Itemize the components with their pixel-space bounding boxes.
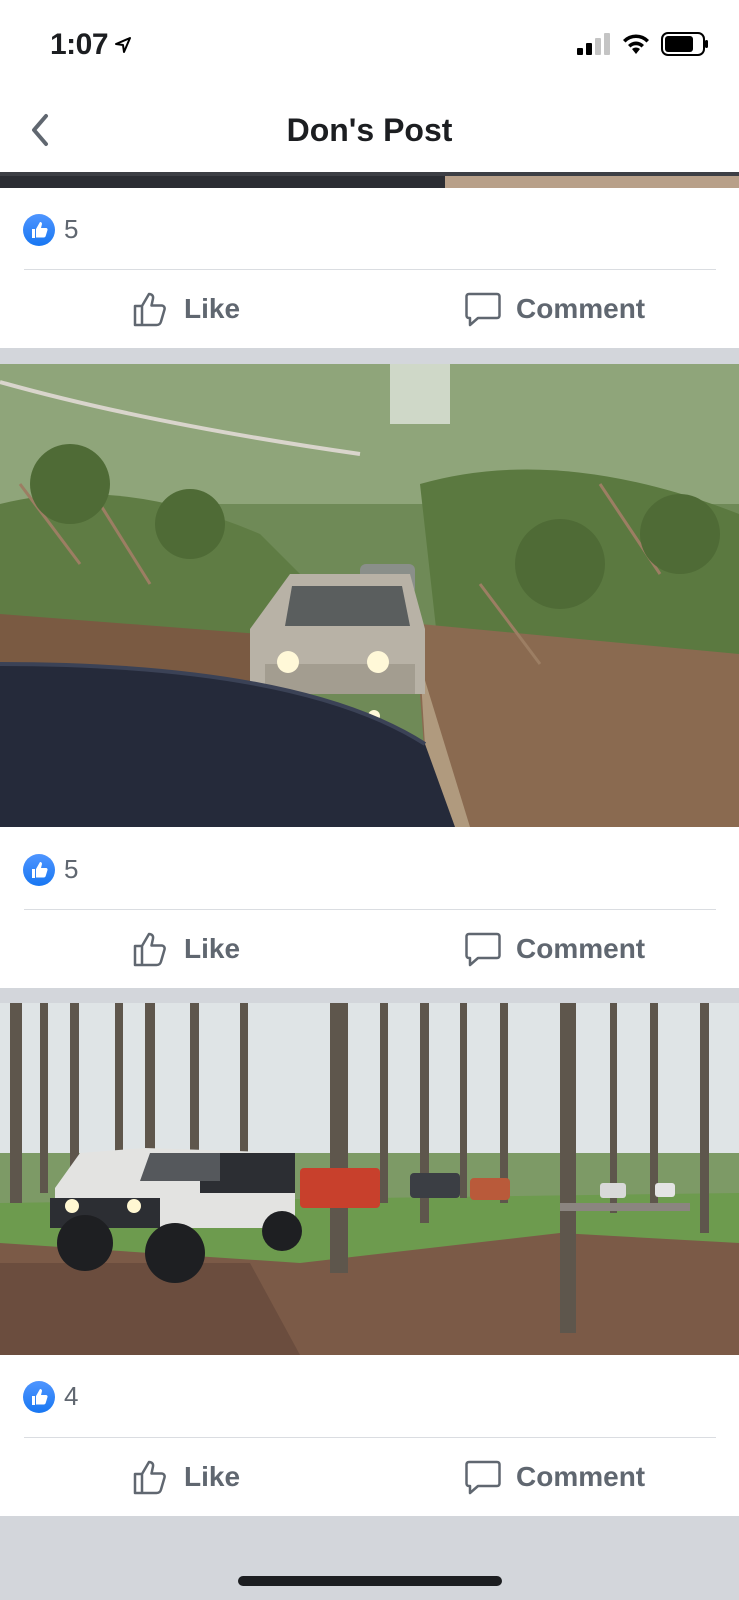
- like-count: 4: [64, 1381, 79, 1411]
- location-arrow-icon: [115, 37, 132, 53]
- like-reaction-badge-icon: [23, 854, 55, 886]
- post-actions: Like Comment: [0, 910, 739, 988]
- thumbs-up-icon: [133, 1460, 166, 1495]
- post-separator: [0, 348, 739, 364]
- like-button-label: Like: [184, 933, 241, 964]
- comment-button-label: Comment: [516, 1461, 646, 1492]
- like-button[interactable]: Like: [132, 270, 240, 348]
- like-button-label: Like: [184, 293, 241, 324]
- post-photo-top-partial[interactable]: [0, 172, 739, 188]
- battery-icon: [661, 32, 708, 56]
- bottom-safe-area: [0, 1516, 739, 1600]
- home-indicator[interactable]: [238, 1576, 502, 1586]
- post-photo-jeep-trail[interactable]: [0, 364, 739, 827]
- comment-bubble-icon: [465, 932, 501, 967]
- comment-button-label: Comment: [516, 933, 646, 964]
- cellular-signal-icon: [577, 33, 610, 55]
- like-count: 5: [64, 854, 79, 884]
- post-actions: Like Comment: [0, 1438, 739, 1516]
- status-time-text: 1:07: [50, 28, 109, 61]
- like-count: 5: [64, 214, 79, 244]
- status-bar: 1:07: [0, 0, 739, 90]
- page-title: Don's Post: [286, 112, 453, 148]
- like-reaction-badge-icon: [23, 1381, 55, 1413]
- reactions-row[interactable]: 4: [0, 1357, 739, 1437]
- comment-button-label: Comment: [516, 293, 646, 324]
- comment-bubble-icon: [465, 1460, 501, 1495]
- status-time: 1:07: [50, 28, 132, 62]
- comment-button[interactable]: Comment: [464, 910, 645, 988]
- navigation-bar: Don's Post: [0, 90, 739, 172]
- wifi-icon: [623, 34, 649, 54]
- comment-bubble-icon: [465, 292, 501, 327]
- like-reaction-badge-icon: [23, 214, 55, 246]
- post-actions: Like Comment: [0, 270, 739, 348]
- thumbs-up-icon: [133, 932, 166, 967]
- thumbs-up-icon: [133, 292, 166, 327]
- reactions-row[interactable]: 5: [0, 830, 739, 910]
- like-button[interactable]: Like: [132, 910, 240, 988]
- like-button-label: Like: [184, 1461, 241, 1492]
- post-separator: [0, 988, 739, 1003]
- like-button[interactable]: Like: [132, 1438, 240, 1516]
- comment-button[interactable]: Comment: [464, 1438, 645, 1516]
- post-photo-jeeps-forest[interactable]: [0, 1003, 739, 1355]
- comment-button[interactable]: Comment: [464, 270, 645, 348]
- reactions-row[interactable]: 5: [0, 190, 739, 270]
